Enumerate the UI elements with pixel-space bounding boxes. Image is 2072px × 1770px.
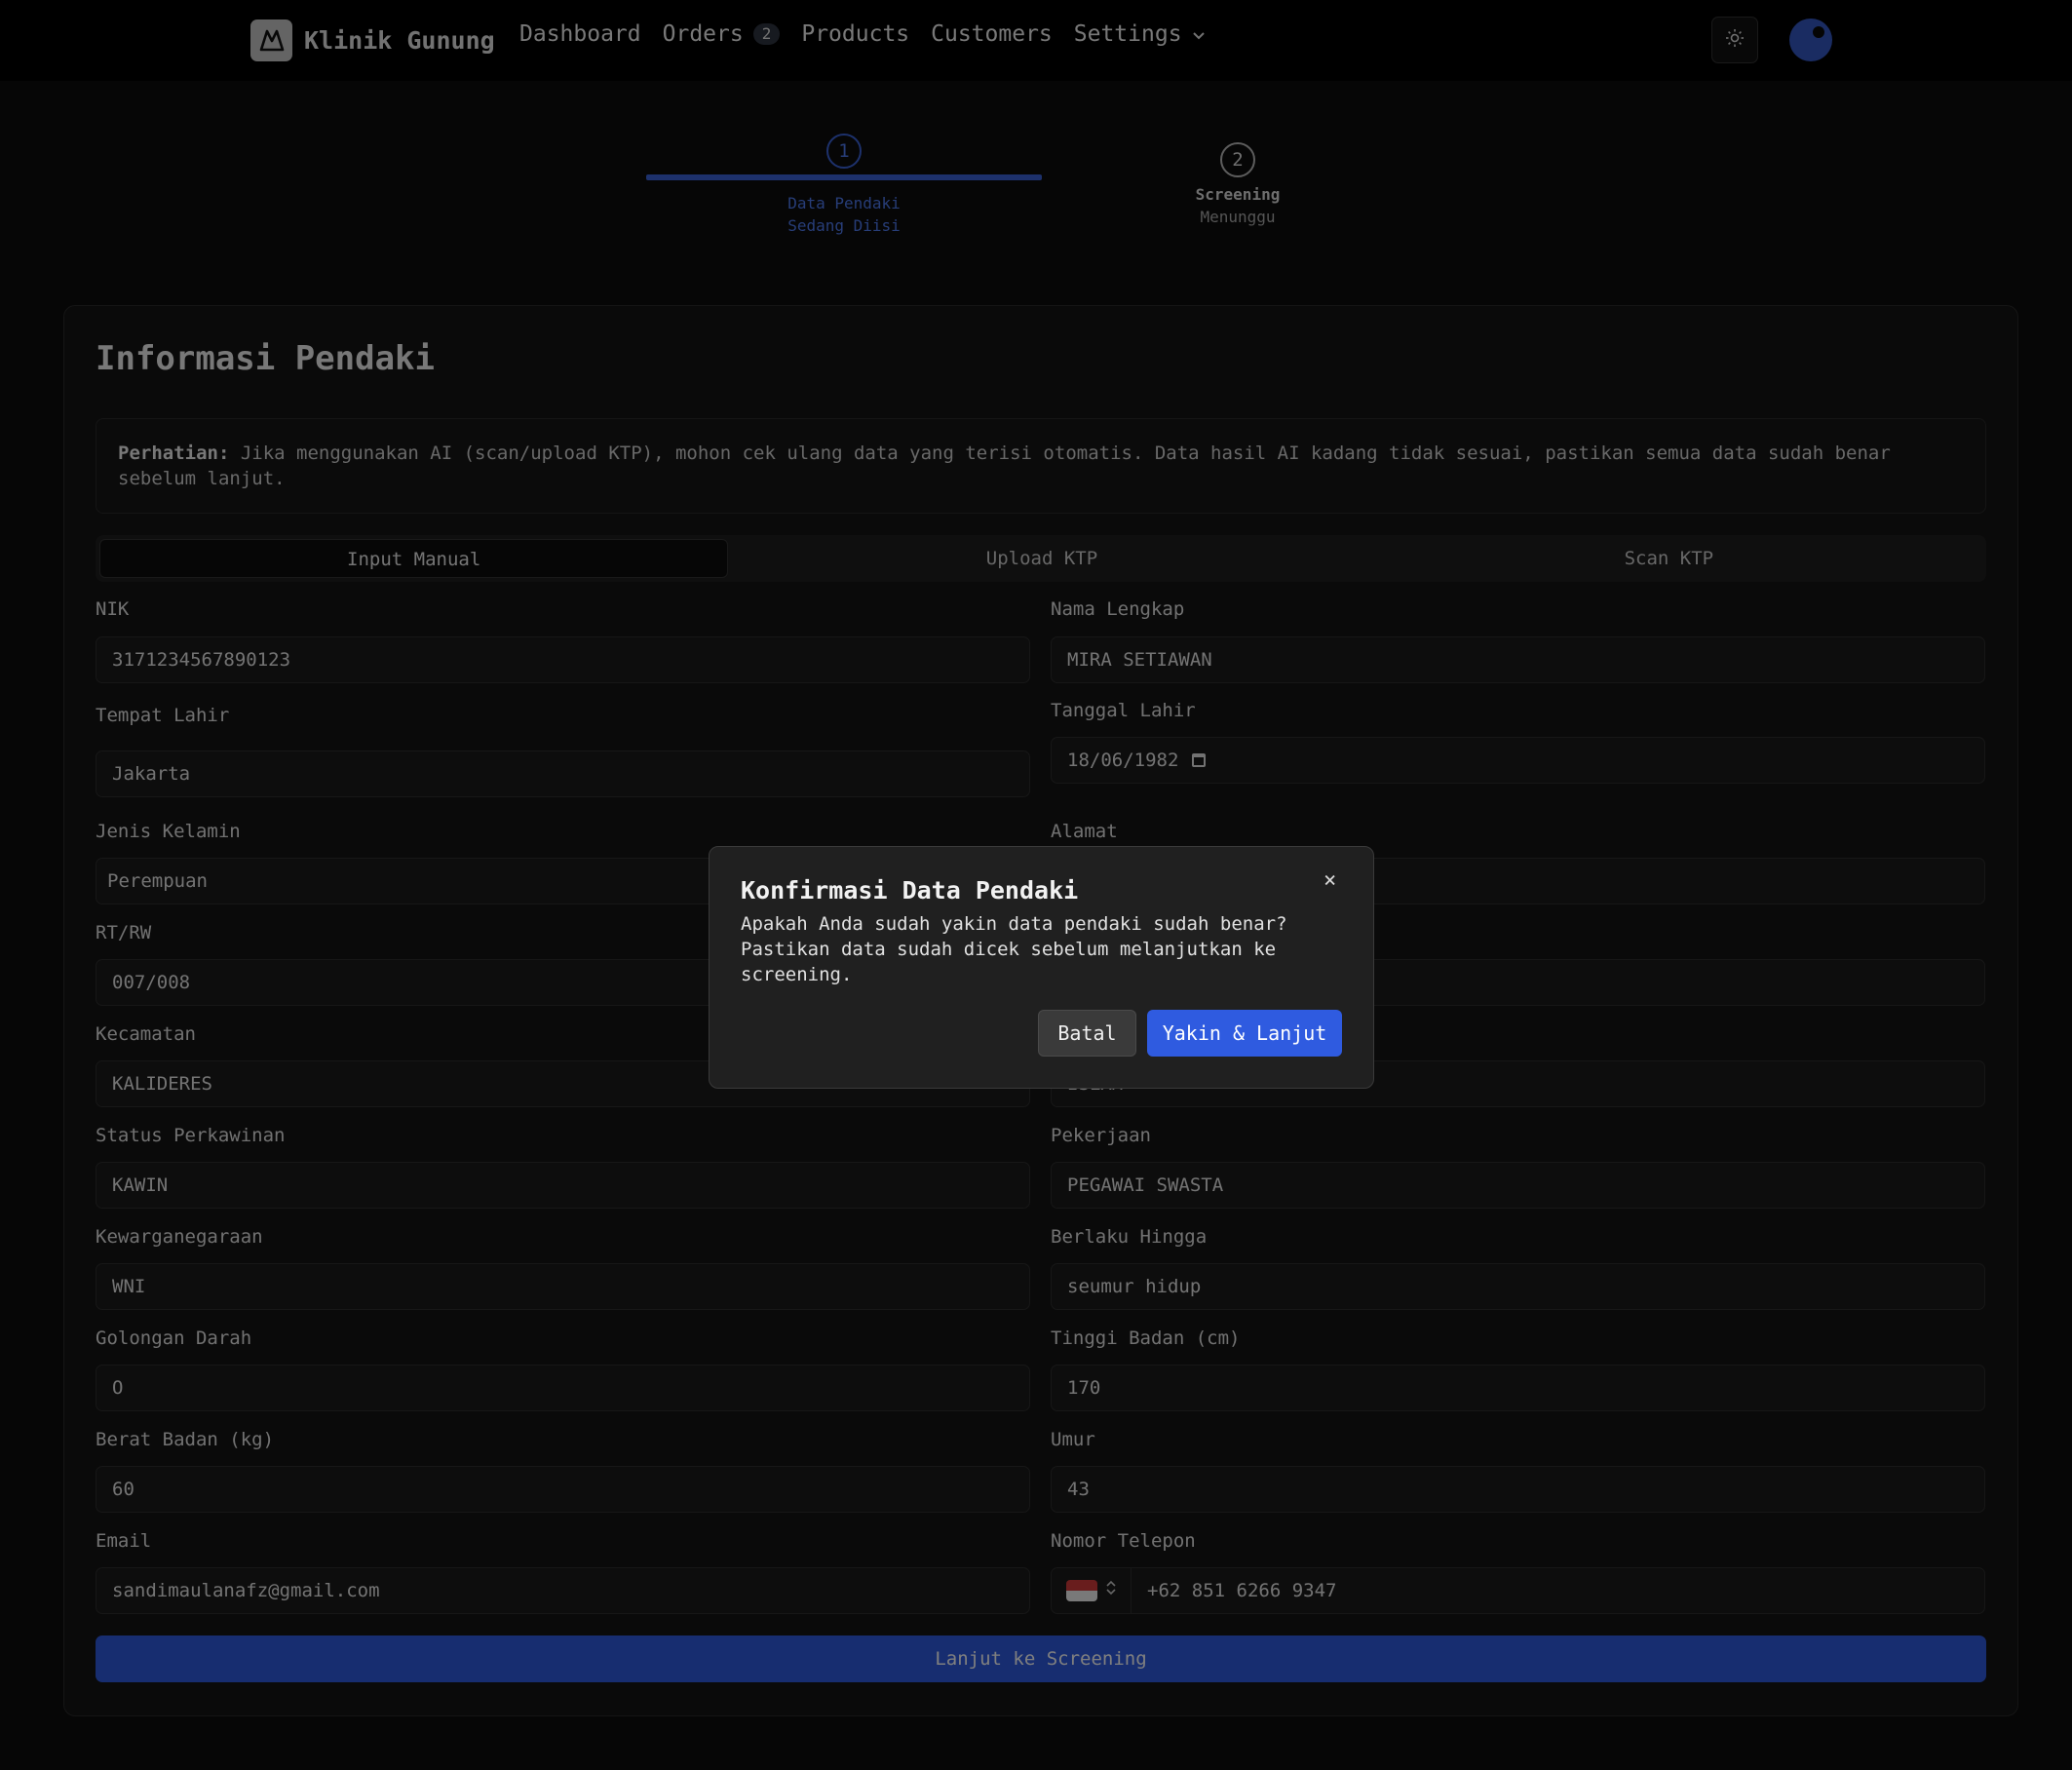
dialog-description: Apakah Anda sudah yakin data pendaki sud…: [741, 913, 1287, 985]
dialog-title: Konfirmasi Data Pendaki: [741, 876, 1079, 904]
close-icon[interactable]: ×: [1324, 868, 1336, 893]
cancel-button[interactable]: Batal: [1038, 1010, 1136, 1057]
confirm-dialog: Konfirmasi Data Pendaki × Apakah Anda su…: [709, 846, 1374, 1089]
confirm-button[interactable]: Yakin & Lanjut: [1147, 1010, 1342, 1057]
